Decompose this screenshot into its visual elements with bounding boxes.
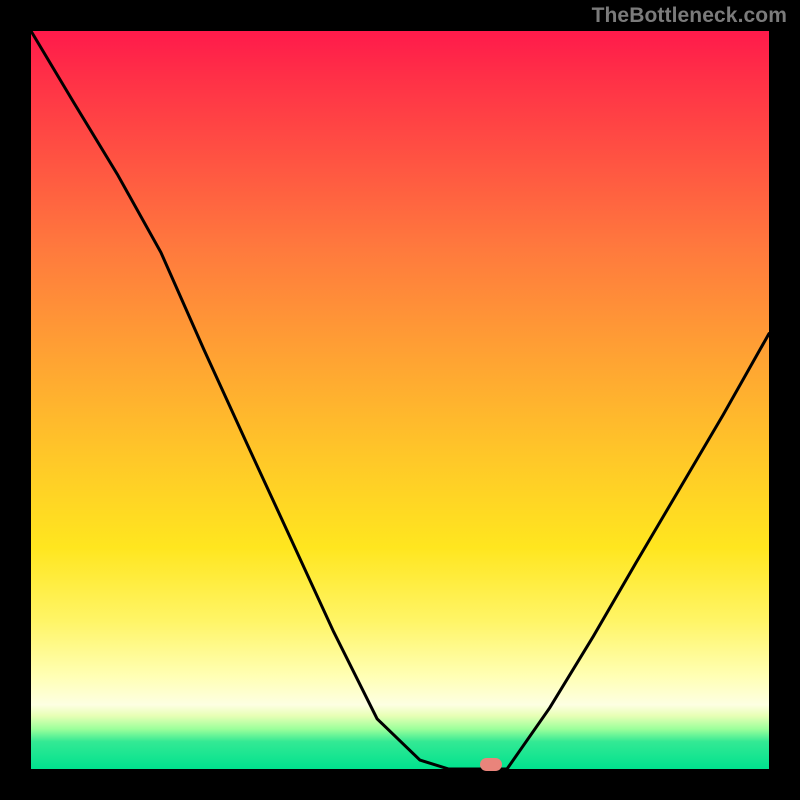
chart-frame: TheBottleneck.com [0, 0, 800, 800]
watermark-text: TheBottleneck.com [592, 4, 787, 28]
bottleneck-curve [31, 31, 769, 769]
optimal-point-marker [480, 758, 502, 771]
